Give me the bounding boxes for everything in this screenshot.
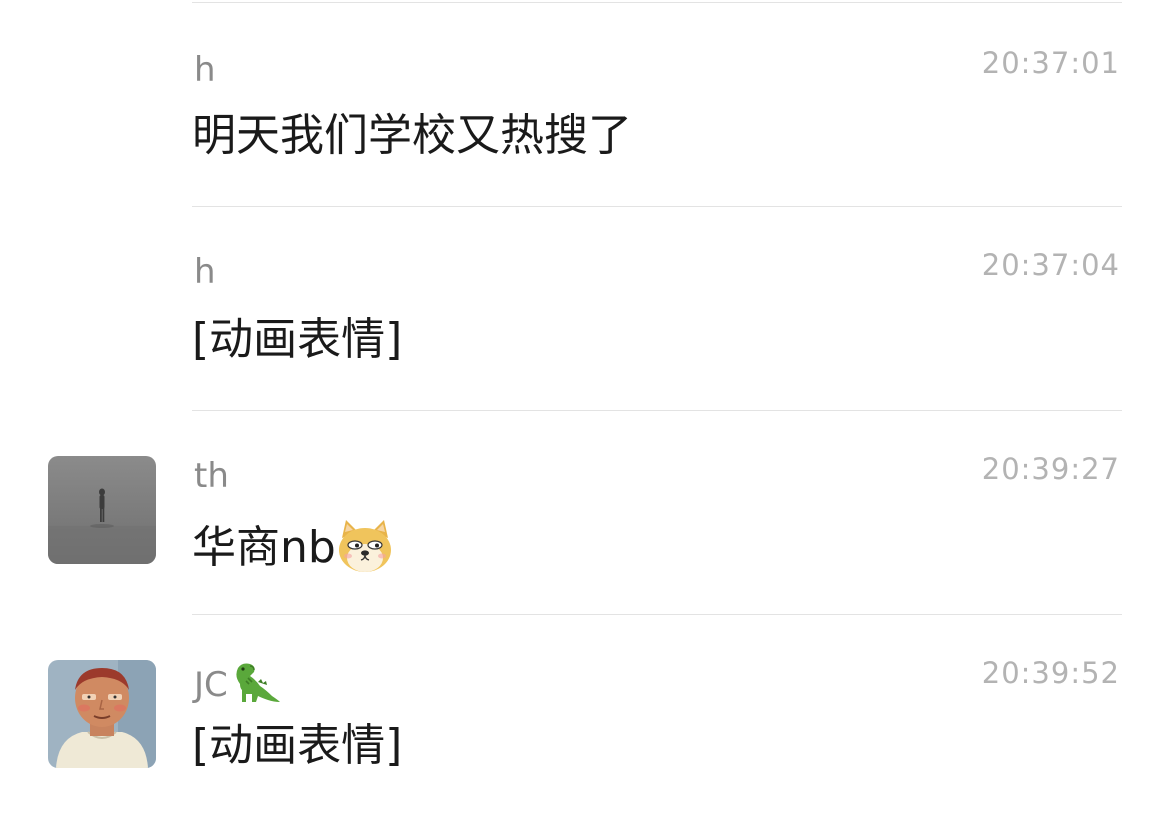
sender-name: h (194, 252, 216, 292)
sender-name: JC (194, 660, 282, 713)
message-text[interactable]: [动画表情] (192, 720, 402, 772)
sender-name: th (194, 456, 229, 496)
message-time: 20:37:04 (981, 248, 1120, 282)
message-text[interactable]: 明天我们学校又热搜了 (192, 110, 632, 162)
message-row[interactable]: h 20:37:01 明天我们学校又热搜了 (0, 2, 1170, 206)
message-time: 20:39:27 (981, 452, 1120, 486)
doge-emoji-icon (336, 518, 394, 586)
cartoon-man-avatar[interactable] (48, 660, 156, 768)
message-row[interactable]: h 20:37:04 [动画表情] (0, 206, 1170, 410)
message-row[interactable]: JC 20:39:52 [动画表情] (0, 614, 1170, 818)
message-time: 20:37:01 (981, 46, 1120, 80)
chat-history-list: h 20:37:01 明天我们学校又热搜了 h 20:37:04 [动画表情] (0, 0, 1170, 832)
message-text[interactable]: [动画表情] (192, 314, 402, 366)
sender-name-text: JC (194, 665, 228, 705)
message-time: 20:39:52 (981, 656, 1120, 690)
misty-figure-avatar[interactable] (48, 456, 156, 564)
message-row[interactable]: th 20:39:27 华商nb (0, 410, 1170, 614)
sender-name: h (194, 50, 216, 90)
message-text-content: 华商nb (192, 522, 336, 573)
message-text[interactable]: 华商nb (192, 518, 394, 586)
dinosaur-emoji-icon (230, 660, 282, 713)
